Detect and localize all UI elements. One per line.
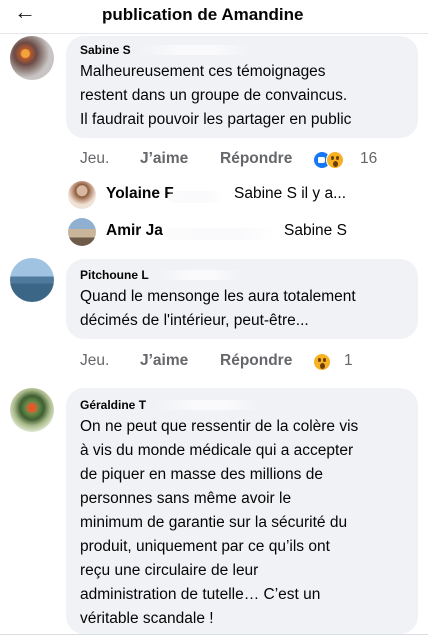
bottom-divider bbox=[0, 634, 428, 640]
reaction-icons[interactable] bbox=[313, 150, 353, 170]
wow-reaction-icon bbox=[326, 151, 344, 169]
comment-time[interactable]: Jeu. bbox=[80, 150, 109, 168]
redaction-blur bbox=[150, 400, 260, 410]
reaction-icons[interactable] bbox=[313, 352, 335, 372]
redaction-blur bbox=[168, 191, 224, 203]
reply-preview[interactable]: Yolaine F Sabine S il y a... bbox=[106, 185, 416, 209]
comment-bubble[interactable]: Géraldine T On ne peut que ressentir de … bbox=[66, 388, 418, 634]
like-button[interactable]: J’aime bbox=[140, 352, 188, 370]
comment-actions: Jeu. J’aime Répondre 16 bbox=[80, 150, 400, 172]
wow-reaction-icon bbox=[313, 353, 331, 371]
avatar[interactable] bbox=[10, 36, 54, 80]
avatar[interactable] bbox=[10, 388, 54, 432]
comment-bubble[interactable]: Sabine S Malheureusement ces témoignages… bbox=[66, 36, 418, 138]
comment-bubble[interactable]: Pitchoune L Quand le mensonge les aura t… bbox=[66, 259, 418, 339]
redaction-blur bbox=[152, 270, 242, 280]
reaction-count[interactable]: 16 bbox=[360, 150, 377, 168]
reply-button[interactable]: Répondre bbox=[220, 352, 292, 370]
reply-snippet: Sabine S il y a... bbox=[234, 185, 347, 202]
redaction-blur bbox=[130, 45, 250, 55]
comment-text: On ne peut que ressentir de la colère vi… bbox=[80, 418, 359, 627]
avatar[interactable] bbox=[68, 218, 96, 246]
avatar[interactable] bbox=[68, 181, 96, 209]
reply-preview[interactable]: Amir Ja Sabine S bbox=[106, 222, 416, 246]
comment-text: Malheureusement ces témoignages restent … bbox=[80, 63, 352, 128]
comment-time[interactable]: Jeu. bbox=[80, 352, 109, 370]
comment-author[interactable]: Sabine S bbox=[80, 43, 131, 57]
comment-author[interactable]: Géraldine T bbox=[80, 398, 146, 412]
comment-actions: Jeu. J’aime Répondre 1 bbox=[80, 352, 400, 374]
comment-author[interactable]: Pitchoune L bbox=[80, 268, 149, 282]
like-button[interactable]: J’aime bbox=[140, 150, 188, 168]
arrow-left-icon[interactable]: ← bbox=[14, 1, 36, 23]
page-title: publication de Amandine bbox=[102, 5, 304, 24]
reply-author[interactable]: Amir Ja bbox=[106, 222, 163, 240]
reply-author[interactable]: Yolaine F bbox=[106, 185, 174, 203]
redaction-blur bbox=[166, 228, 276, 240]
comment-text: Quand le mensonge les aura totalement dé… bbox=[80, 288, 356, 329]
reply-button[interactable]: Répondre bbox=[220, 150, 292, 168]
reaction-count[interactable]: 1 bbox=[344, 352, 353, 370]
avatar[interactable] bbox=[10, 258, 54, 302]
reply-snippet: Sabine S bbox=[284, 222, 347, 239]
top-bar: ← publication de Amandine bbox=[0, 0, 428, 34]
